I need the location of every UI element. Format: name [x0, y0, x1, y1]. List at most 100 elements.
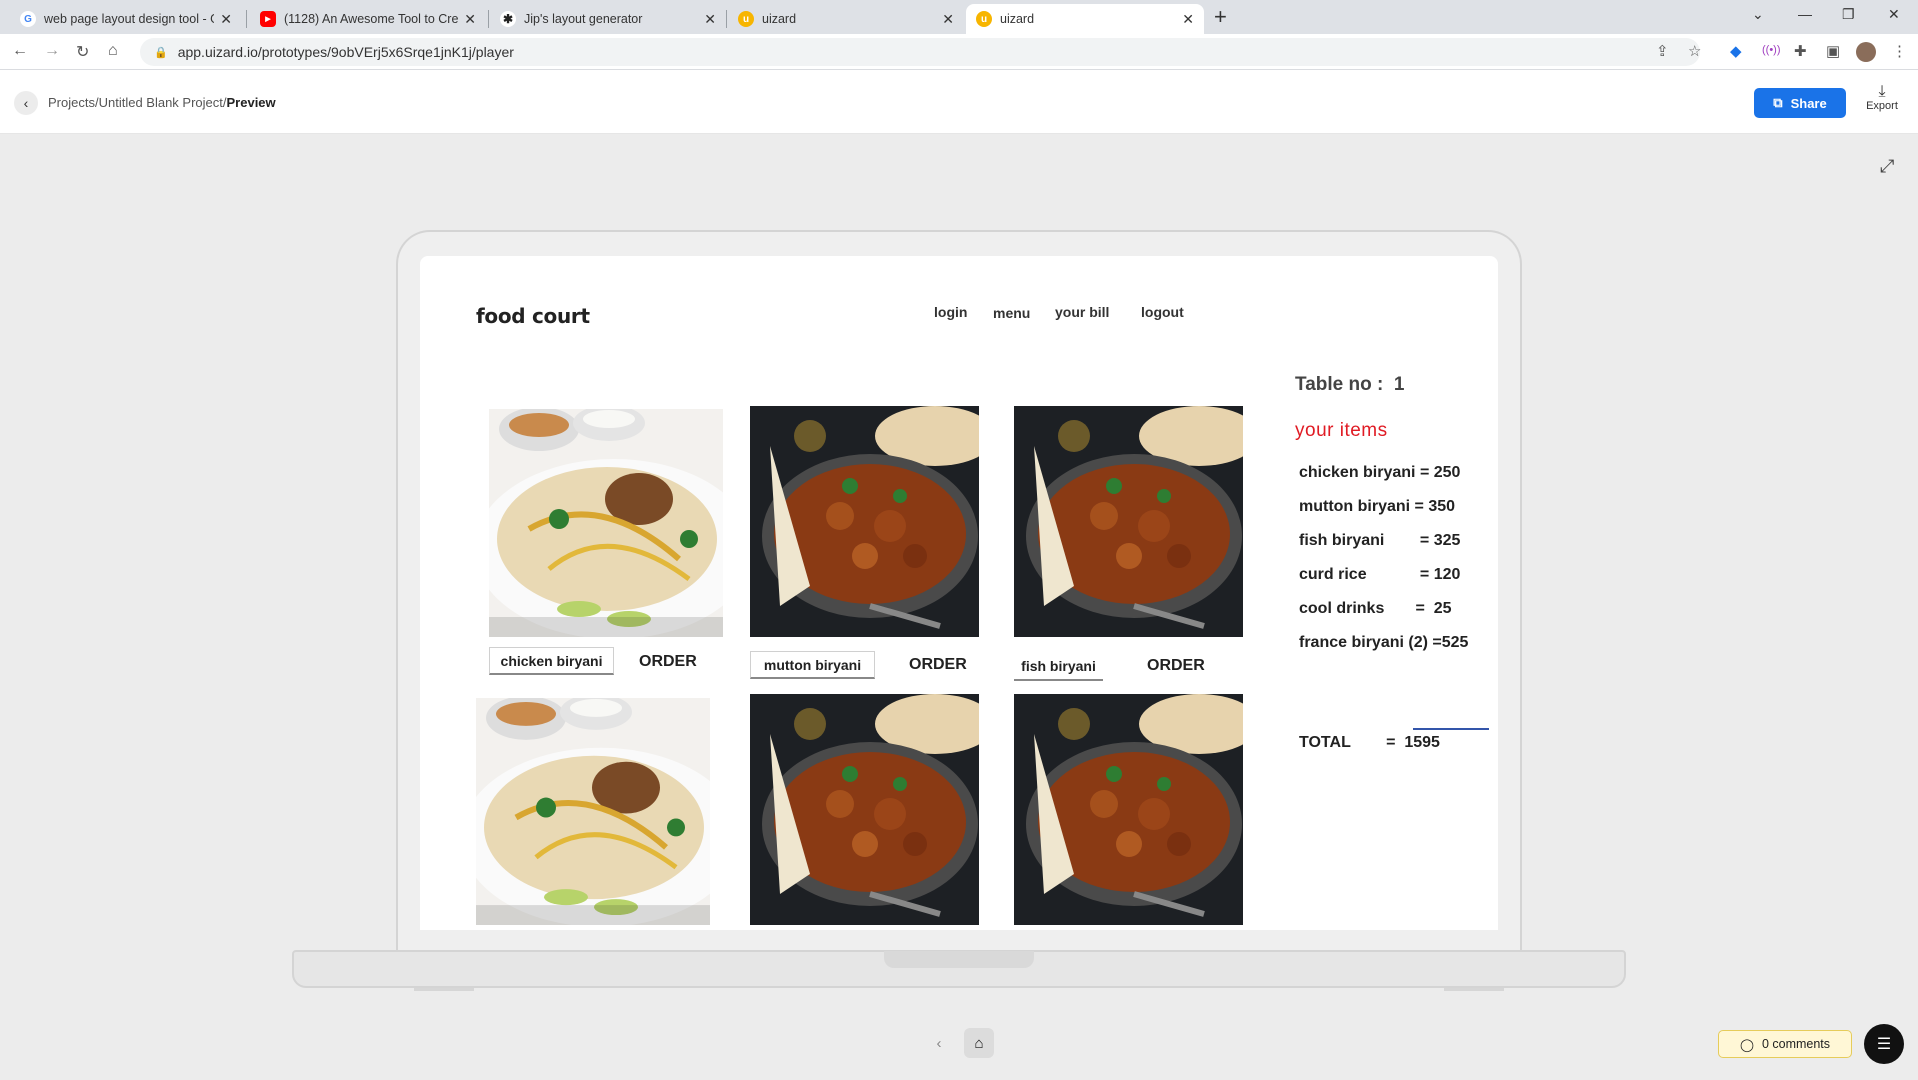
app-header: ‹ Projects/Untitled Blank Project/Previe… [0, 70, 1918, 134]
order-button-chicken-biryani[interactable]: ORDER [639, 653, 697, 671]
chat-icon: ☰ [1876, 1036, 1892, 1053]
item-name-fish-biryani: fish biryani [1014, 653, 1103, 681]
close-tab-icon[interactable]: ✕ [1182, 11, 1194, 28]
uizard-icon: u [738, 11, 754, 27]
close-window-icon[interactable]: ✕ [1888, 6, 1900, 23]
export-button[interactable]: ⤓ Export [1862, 83, 1902, 113]
minimize-icon[interactable]: — [1798, 6, 1812, 22]
tab-search-icon[interactable]: ⌄ [1752, 6, 1764, 23]
share-external-icon: ⧉ [1773, 95, 1783, 110]
bill-item-text: france biryani (2) =525 [1299, 634, 1469, 651]
device-notch [884, 951, 1034, 968]
order-button-mutton-biryani[interactable]: ORDER [909, 656, 967, 674]
url-text: app.uizard.io/prototypes/9obVErj5x6Srqe1… [177, 44, 514, 60]
share-label: Share [1790, 95, 1827, 111]
nav-login[interactable]: login [934, 304, 967, 320]
browser-tab[interactable]: G web page layout design tool - Go ✕ [10, 4, 242, 34]
more-menu-icon[interactable]: ⋮ [1892, 42, 1907, 60]
layout-icon: ✱ [500, 11, 516, 27]
curry-pan-image [1014, 694, 1243, 925]
device-foot [1444, 988, 1504, 991]
bill-item: cool drinks = 25 [1299, 600, 1468, 634]
item-name-chicken-biryani: chicken biryani [489, 647, 614, 675]
nav-logout[interactable]: logout [1141, 304, 1184, 320]
close-tab-icon[interactable]: ✕ [942, 11, 954, 28]
bill-item-text: fish biryani = 325 [1299, 532, 1461, 549]
item-name-mutton-biryani: mutton biryani [750, 651, 875, 679]
share-button[interactable]: ⧉ Share [1754, 88, 1846, 118]
breadcrumb-project[interactable]: Untitled Blank Project [99, 95, 223, 110]
comments-button[interactable]: ◯ 0 comments [1718, 1030, 1852, 1058]
new-tab-icon[interactable]: + [1214, 4, 1227, 30]
browser-tab[interactable]: u uizard ✕ [728, 4, 964, 34]
breadcrumb-projects[interactable]: Projects [48, 95, 95, 110]
browser-tab-active[interactable]: u uizard ✕ [966, 4, 1204, 34]
home-screen-button[interactable]: ⌂ [964, 1028, 994, 1058]
chicken-biryani-image [489, 409, 723, 637]
your-items-heading: your items [1295, 420, 1388, 441]
curry-pan-image [1014, 406, 1243, 637]
puzzle-extensions-icon[interactable]: ✚ [1794, 42, 1807, 60]
close-tab-icon[interactable]: ✕ [704, 11, 716, 28]
bill-item-text: cool drinks = 25 [1299, 600, 1452, 617]
tab-title: uizard [1000, 12, 1035, 26]
bill-item-text: chicken biryani = 250 [1299, 464, 1461, 481]
lock-icon: 🔒 [154, 46, 168, 59]
youtube-icon: ▶ [260, 11, 276, 27]
back-button[interactable]: ‹ [14, 91, 38, 115]
forward-icon[interactable]: → [44, 42, 60, 60]
browser-tab-bar: G web page layout design tool - Go ✕ ▶ (… [0, 0, 1918, 34]
device-foot [414, 988, 474, 991]
url-field[interactable]: 🔒 app.uizard.io/prototypes/9obVErj5x6Srq… [140, 38, 1700, 66]
profile-avatar[interactable] [1856, 42, 1876, 62]
chevron-left-icon: ‹ [936, 1034, 942, 1052]
browser-tab[interactable]: ▶ (1128) An Awesome Tool to Crea ✕ [250, 4, 486, 34]
chevron-left-icon: ‹ [23, 95, 29, 111]
order-button-fish-biryani[interactable]: ORDER [1147, 657, 1205, 675]
bill-item: france biryani (2) =525 [1299, 634, 1468, 668]
bookmark-star-icon[interactable]: ☆ [1688, 42, 1701, 60]
site-logo: food court [476, 304, 590, 328]
download-icon: ⤓ [1878, 83, 1886, 100]
address-bar: ← → ↻ ⌂ 🔒 app.uizard.io/prototypes/9obVE… [0, 34, 1918, 70]
prototype-screen: food court login menu your bill logout c… [420, 256, 1498, 930]
extension-icon[interactable]: ((•)) [1762, 44, 1781, 56]
total-divider [1413, 728, 1489, 730]
comments-label: 0 comments [1761, 1037, 1831, 1051]
fullscreen-icon[interactable]: ⤢ [1880, 156, 1894, 177]
share-page-icon[interactable]: ⇪ [1656, 42, 1669, 60]
comment-bubble-icon: ◯ [1739, 1037, 1754, 1052]
table-number: Table no : 1 [1295, 374, 1405, 395]
tab-title: uizard [762, 12, 797, 26]
tab-title: (1128) An Awesome Tool to Crea [284, 12, 459, 26]
home-icon[interactable]: ⌂ [108, 42, 118, 60]
back-icon[interactable]: ← [12, 42, 28, 60]
chat-support-button[interactable]: ☰ [1864, 1024, 1904, 1064]
breadcrumb-current: Preview [226, 95, 276, 110]
nav-your-bill[interactable]: your bill [1055, 304, 1109, 320]
bill-item-text: mutton biryani = 350 [1299, 498, 1456, 515]
close-tab-icon[interactable]: ✕ [220, 11, 232, 28]
bill-item: curd rice = 120 [1299, 566, 1468, 600]
side-panel-icon[interactable]: ▣ [1826, 42, 1840, 60]
uizard-icon: u [976, 11, 992, 27]
export-label: Export [1866, 100, 1898, 112]
reload-icon[interactable]: ↻ [76, 42, 89, 62]
bill-item: chicken biryani = 250 [1299, 464, 1468, 498]
bill-items-list: chicken biryani = 250 mutton biryani = 3… [1299, 464, 1468, 668]
breadcrumb: Projects/Untitled Blank Project/Preview [48, 95, 276, 110]
curry-pan-image [750, 406, 979, 637]
extension-icon[interactable]: ◆ [1730, 42, 1742, 60]
close-tab-icon[interactable]: ✕ [464, 11, 476, 28]
restore-icon[interactable]: ❐ [1842, 6, 1855, 23]
browser-tab[interactable]: ✱ Jip's layout generator ✕ [490, 4, 726, 34]
bill-total: TOTAL = 1595 [1299, 734, 1440, 751]
tab-title: Jip's layout generator [524, 12, 643, 26]
previous-screen-button[interactable]: ‹ [924, 1028, 954, 1058]
bill-item: fish biryani = 325 [1299, 532, 1468, 566]
google-icon: G [20, 11, 36, 27]
bill-item: mutton biryani = 350 [1299, 498, 1468, 532]
home-icon: ⌂ [974, 1034, 984, 1052]
tab-title: web page layout design tool - Go [44, 12, 215, 26]
nav-menu[interactable]: menu [993, 305, 1030, 321]
